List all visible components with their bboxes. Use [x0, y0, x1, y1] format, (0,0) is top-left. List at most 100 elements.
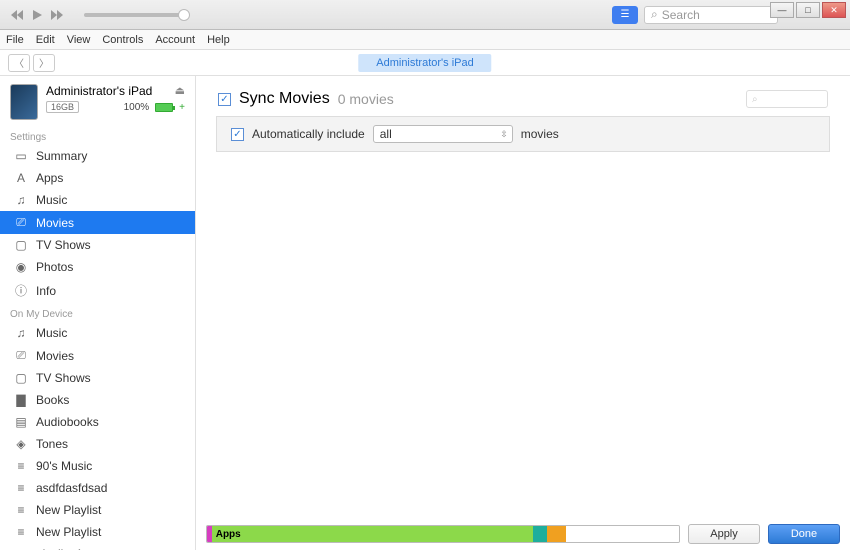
playlist-icon: ≡	[14, 481, 28, 495]
footer: Apps Apply Done	[196, 518, 850, 550]
ondevice-item[interactable]: ≡playlist 1	[0, 543, 195, 550]
device-capacity: 16GB	[46, 101, 79, 113]
photos-icon: ◉	[14, 260, 28, 274]
ondevice-item[interactable]: ≡ New Playlist	[0, 521, 195, 543]
ondevice-item[interactable]: ≡ New Playlist	[0, 499, 195, 521]
search-icon: ⌕	[752, 94, 758, 105]
sidebar: Administrator's iPad 16GB 100% + ⏏ Setti…	[0, 76, 196, 550]
sidebar-item-label: TV Shows	[36, 238, 91, 252]
done-button[interactable]: Done	[768, 524, 840, 544]
play-button[interactable]	[28, 6, 46, 24]
search-placeholder: Search	[662, 8, 700, 22]
forward-button[interactable]: 〉	[33, 54, 55, 72]
menu-bar: File Edit View Controls Account Help	[0, 30, 850, 50]
menu-edit[interactable]: Edit	[36, 34, 55, 46]
main-pane: ✓ Sync Movies 0 movies ⌕ ✓ Automatically…	[196, 76, 850, 550]
list-view-button[interactable]: ☰	[612, 6, 638, 24]
minimize-button[interactable]: —	[770, 2, 794, 18]
books-icon: ▇	[14, 393, 28, 407]
sidebar-item-label: Apps	[36, 171, 63, 185]
prev-button[interactable]	[8, 6, 26, 24]
search-icon: ⌕	[651, 7, 658, 22]
sidebar-item-label: Music	[36, 193, 67, 207]
sidebar-item-photos[interactable]: ◉ Photos	[0, 256, 195, 278]
back-button[interactable]: 〈	[8, 54, 30, 72]
sidebar-item-label: TV Shows	[36, 371, 91, 385]
ondevice-item[interactable]: ≡ 90's Music	[0, 455, 195, 477]
ondevice-item[interactable]: ♫ Music	[0, 322, 195, 344]
sidebar-item-label: New Playlist	[36, 503, 101, 517]
device-name: Administrator's iPad	[46, 84, 185, 98]
sidebar-item-label: Movies	[36, 349, 74, 363]
filter-input[interactable]: ⌕	[746, 90, 828, 108]
volume-thumb[interactable]	[178, 9, 190, 21]
sidebar-item-label: Movies	[36, 216, 74, 230]
movies-count: 0 movies	[338, 91, 394, 107]
auto-include-row: ✓ Automatically include all movies	[216, 116, 830, 152]
title-bar: ☰ ⌕ Search — □ ✕	[0, 0, 850, 30]
battery-icon	[155, 103, 173, 112]
music-icon: ♫	[14, 193, 28, 207]
charging-icon: +	[179, 102, 185, 113]
auto-include-suffix: movies	[521, 127, 559, 141]
apps-icon: A	[14, 171, 28, 185]
ondevice-item[interactable]: ≡asdfdasfdsad	[0, 477, 195, 499]
sidebar-item-info[interactable]: ⓘ Info	[0, 278, 195, 303]
breadcrumb[interactable]: Administrator's iPad	[358, 54, 491, 72]
device-header: Administrator's iPad 16GB 100% + ⏏	[0, 76, 195, 126]
sidebar-item-label: 90's Music	[36, 459, 92, 473]
volume-slider[interactable]	[84, 13, 184, 17]
playlist-icon: ≡	[14, 525, 28, 539]
menu-file[interactable]: File	[6, 34, 24, 46]
tvshows-icon: ▢	[14, 238, 28, 252]
ondevice-item[interactable]: ▇Books	[0, 389, 195, 411]
audiobooks-icon: ▤	[14, 415, 28, 429]
movies-icon: ⎚	[14, 215, 28, 230]
sidebar-item-label: Photos	[36, 260, 73, 274]
sidebar-item-apps[interactable]: A Apps	[0, 167, 195, 189]
usage-seg-free	[566, 526, 679, 542]
info-icon: ⓘ	[14, 282, 28, 299]
tvshows-icon: ▢	[14, 371, 28, 385]
auto-include-select[interactable]: all	[373, 125, 513, 143]
usage-seg-orange	[547, 526, 566, 542]
close-button[interactable]: ✕	[822, 2, 846, 18]
page-title: Sync Movies	[239, 90, 330, 108]
menu-account[interactable]: Account	[155, 34, 195, 46]
ondevice-item[interactable]: ▤ Audiobooks	[0, 411, 195, 433]
playback-controls	[8, 6, 66, 24]
usage-seg-teal	[533, 526, 547, 542]
menu-view[interactable]: View	[67, 34, 91, 46]
movies-icon: ⎚	[14, 348, 28, 363]
maximize-button[interactable]: □	[796, 2, 820, 18]
sidebar-item-movies[interactable]: ⎚ Movies	[0, 211, 195, 234]
tones-icon: ◈	[14, 437, 28, 451]
sidebar-item-label: Tones	[36, 437, 68, 451]
sidebar-item-label: Info	[36, 284, 56, 298]
sidebar-item-tv-shows[interactable]: ▢ TV Shows	[0, 234, 195, 256]
section-ondevice-header: On My Device	[0, 303, 195, 322]
next-button[interactable]	[48, 6, 66, 24]
apply-button[interactable]: Apply	[688, 524, 760, 544]
ondevice-item[interactable]: ⎚ Movies	[0, 344, 195, 367]
summary-icon: ▭	[14, 149, 28, 163]
sidebar-item-label: New Playlist	[36, 525, 101, 539]
battery-percent: 100%	[124, 102, 150, 113]
eject-button[interactable]: ⏏	[175, 84, 185, 97]
auto-include-checkbox[interactable]: ✓	[231, 128, 244, 141]
menu-help[interactable]: Help	[207, 34, 230, 46]
search-input[interactable]: ⌕ Search	[644, 6, 778, 24]
playlist-icon: ≡	[14, 503, 28, 517]
sync-movies-checkbox[interactable]: ✓	[218, 93, 231, 106]
ondevice-item[interactable]: ◈ Tones	[0, 433, 195, 455]
sidebar-item-music[interactable]: ♫ Music	[0, 189, 195, 211]
sidebar-item-summary[interactable]: ▭ Summary	[0, 145, 195, 167]
ondevice-item[interactable]: ▢ TV Shows	[0, 367, 195, 389]
sidebar-item-label: Audiobooks	[36, 415, 99, 429]
sidebar-item-label: Summary	[36, 149, 87, 163]
playlist-icon: ≡	[14, 459, 28, 473]
sidebar-item-label: Music	[36, 326, 67, 340]
section-settings-header: Settings	[0, 126, 195, 145]
menu-controls[interactable]: Controls	[102, 34, 143, 46]
music-icon: ♫	[14, 326, 28, 340]
